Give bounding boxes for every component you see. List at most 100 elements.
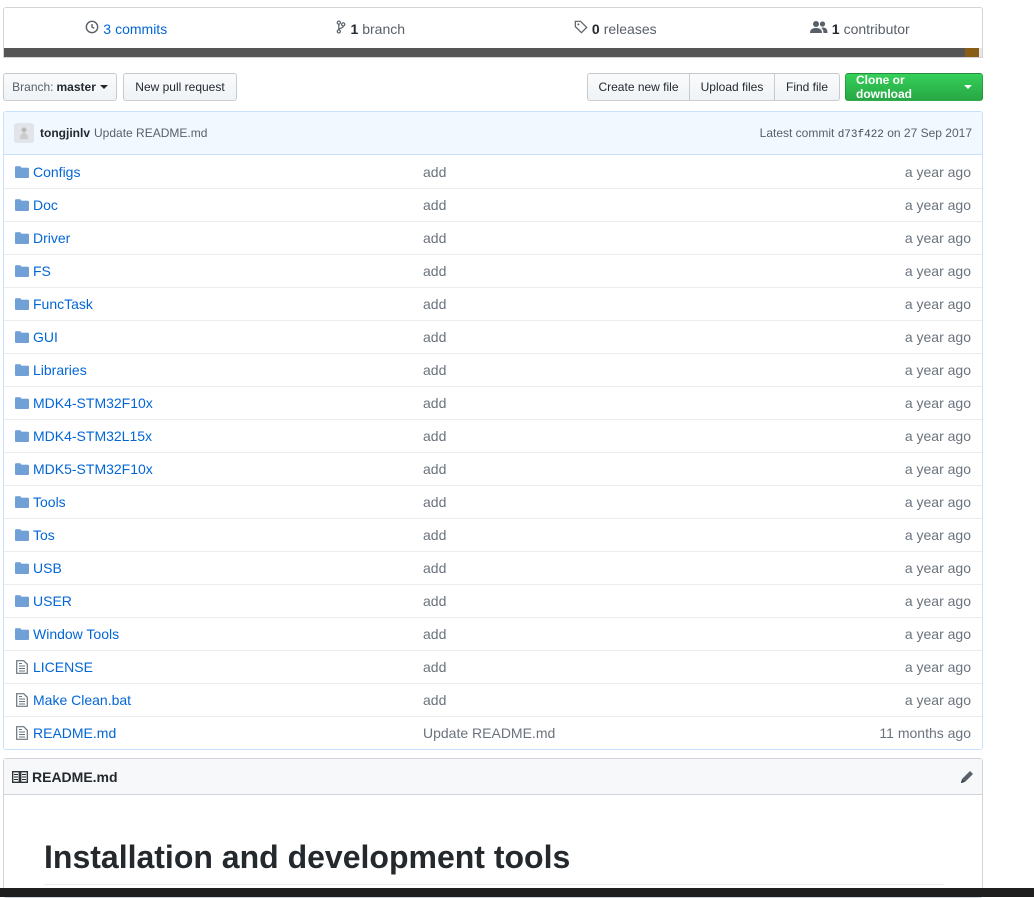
row-commit-message[interactable]: add	[423, 329, 802, 345]
folder-icon	[4, 430, 33, 442]
row-commit-message[interactable]: add	[423, 692, 802, 708]
folder-icon	[4, 529, 33, 541]
folder-link[interactable]: GUI	[33, 329, 423, 345]
table-row: Doc add a year ago	[4, 188, 982, 221]
table-row: MDK5-STM32F10x add a year ago	[4, 452, 982, 485]
folder-link[interactable]: USER	[33, 593, 423, 609]
find-file-button[interactable]: Find file	[774, 73, 840, 101]
folder-link[interactable]: Tos	[33, 527, 423, 543]
language-bar[interactable]	[4, 48, 982, 57]
row-commit-message[interactable]: Update README.md	[423, 725, 802, 741]
folder-link[interactable]: Tools	[33, 494, 423, 510]
caret-down-icon	[99, 85, 108, 89]
folder-icon	[4, 298, 33, 310]
releases-link[interactable]: 0 releases	[493, 20, 738, 37]
language-segment-other	[979, 48, 982, 57]
commit-author[interactable]: tongjinlv	[40, 126, 90, 140]
table-row: USER add a year ago	[4, 584, 982, 617]
row-commit-message[interactable]: add	[423, 428, 802, 444]
commits-label: commits	[115, 20, 168, 37]
contributor-label: contributor	[843, 20, 910, 37]
row-commit-message[interactable]: add	[423, 527, 802, 543]
create-new-file-button[interactable]: Create new file	[587, 73, 690, 101]
branch-select-button[interactable]: Branch: master	[3, 73, 117, 101]
folder-link[interactable]: MDK5-STM32F10x	[33, 461, 423, 477]
pencil-icon[interactable]	[960, 770, 974, 784]
branches-link[interactable]: 1 branch	[249, 20, 494, 37]
folder-icon	[4, 265, 33, 277]
branch-icon	[336, 20, 346, 37]
new-pull-request-button[interactable]: New pull request	[123, 73, 237, 101]
avatar[interactable]	[14, 123, 34, 143]
row-age: a year ago	[904, 593, 971, 609]
table-row: Window Tools add a year ago	[4, 617, 982, 650]
folder-link[interactable]: Doc	[33, 197, 423, 213]
row-commit-message[interactable]: add	[423, 164, 802, 180]
row-commit-message[interactable]: add	[423, 197, 802, 213]
table-row: README.md Update README.md 11 months ago	[4, 716, 982, 749]
row-age: a year ago	[904, 560, 971, 576]
releases-label: releases	[603, 20, 657, 37]
folder-link[interactable]: MDK4-STM32L15x	[33, 428, 423, 444]
folder-link[interactable]: Configs	[33, 164, 423, 180]
history-icon	[85, 20, 99, 37]
branch-count: 1	[350, 20, 359, 37]
folder-link[interactable]: Window Tools	[33, 626, 423, 642]
language-segment-primary	[4, 48, 965, 57]
folder-icon	[4, 331, 33, 343]
readme-panel: README.md Installation and development t…	[3, 758, 983, 898]
folder-link[interactable]: USB	[33, 560, 423, 576]
row-age: 11 months ago	[879, 725, 971, 741]
folder-icon	[4, 628, 33, 640]
latest-commit-prefix: Latest commit	[759, 125, 835, 140]
clone-or-download-button[interactable]: Clone or download	[845, 73, 983, 101]
upload-files-button[interactable]: Upload files	[689, 73, 775, 101]
contributor-count: 1	[831, 20, 840, 37]
file-table: tongjinlv Update README.md Latest commit…	[3, 111, 983, 750]
row-commit-message[interactable]: add	[423, 626, 802, 642]
caret-down-icon	[964, 85, 972, 89]
folder-link[interactable]: FuncTask	[33, 296, 423, 312]
file-link[interactable]: Make Clean.bat	[33, 692, 423, 708]
row-age: a year ago	[904, 263, 971, 279]
row-commit-message[interactable]: add	[423, 494, 802, 510]
row-age: a year ago	[904, 230, 971, 246]
row-commit-message[interactable]: add	[423, 461, 802, 477]
table-row: Libraries add a year ago	[4, 353, 982, 386]
row-age: a year ago	[904, 494, 971, 510]
readme-heading: Installation and development tools	[44, 839, 944, 885]
file-link[interactable]: README.md	[33, 725, 423, 741]
row-commit-message[interactable]: add	[423, 296, 802, 312]
branch-label: branch	[362, 20, 406, 37]
table-row: MDK4-STM32L15x add a year ago	[4, 419, 982, 452]
commit-sha[interactable]: d73f422	[838, 129, 884, 141]
row-commit-message[interactable]: add	[423, 263, 802, 279]
folder-icon	[4, 595, 33, 607]
folder-link[interactable]: MDK4-STM32F10x	[33, 395, 423, 411]
row-age: a year ago	[904, 197, 971, 213]
row-age: a year ago	[904, 527, 971, 543]
taskbar	[0, 888, 1034, 897]
folder-link[interactable]: Driver	[33, 230, 423, 246]
commit-date: on 27 Sep 2017	[887, 125, 972, 140]
row-commit-message[interactable]: add	[423, 593, 802, 609]
commit-message[interactable]: Update README.md	[94, 126, 207, 140]
commits-link[interactable]: 3 commits	[4, 20, 249, 37]
file-icon	[4, 726, 33, 740]
folder-link[interactable]: FS	[33, 263, 423, 279]
row-commit-message[interactable]: add	[423, 560, 802, 576]
book-icon	[12, 770, 28, 783]
row-commit-message[interactable]: add	[423, 230, 802, 246]
row-commit-message[interactable]: add	[423, 659, 802, 675]
contributors-link[interactable]: 1 contributor	[738, 20, 983, 37]
table-row: Tos add a year ago	[4, 518, 982, 551]
file-list: Configs add a year ago Doc add a year ago Driv…	[4, 155, 982, 749]
folder-icon	[4, 562, 33, 574]
row-commit-message[interactable]: add	[423, 395, 802, 411]
row-commit-message[interactable]: add	[423, 362, 802, 378]
row-age: a year ago	[904, 395, 971, 411]
file-link[interactable]: LICENSE	[33, 659, 423, 675]
clone-label: Clone or download	[856, 73, 912, 101]
table-row: USB add a year ago	[4, 551, 982, 584]
folder-link[interactable]: Libraries	[33, 362, 423, 378]
